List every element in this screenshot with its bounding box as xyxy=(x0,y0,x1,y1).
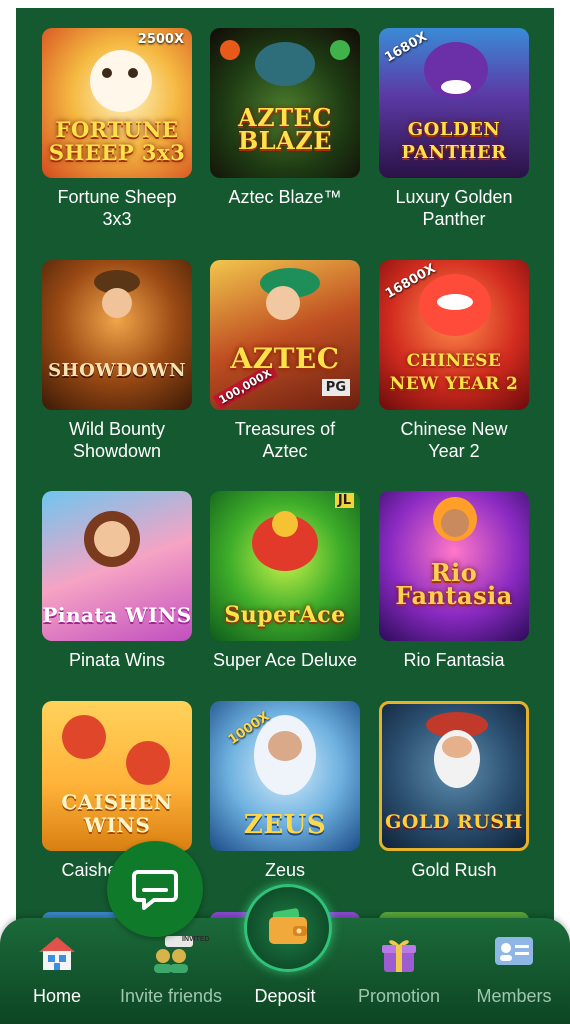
thumbnail-title: CHINESE NEW YEAR 2 xyxy=(389,351,519,394)
deposit-button[interactable] xyxy=(244,884,332,972)
game-name: Treasures of Aztec xyxy=(234,419,336,461)
game-name: Fortune Sheep 3x3 xyxy=(57,187,177,229)
game-name: Chinese New Year 2 xyxy=(400,419,508,461)
game-card-wild-bounty-showdown[interactable]: SHOWDOWN Wild Bounty Showdown xyxy=(42,260,192,462)
nav-promotion[interactable]: Promotion xyxy=(348,918,450,1024)
thumbnail-title: SuperAce xyxy=(224,602,346,628)
game-card-super-ace-deluxe[interactable]: JL SuperAce Super Ace Deluxe xyxy=(210,491,360,671)
thumbnail-title: GOLD RUSH xyxy=(385,811,523,833)
game-name: Gold Rush xyxy=(411,860,497,880)
id-card-icon xyxy=(493,934,535,973)
game-thumbnail: AZTEC BLAZE xyxy=(210,28,360,178)
game-card-pinata-wins[interactable]: Pinata WINS Pinata Wins xyxy=(42,491,192,671)
nav-home[interactable]: Home xyxy=(14,918,100,1024)
house-icon xyxy=(37,934,77,977)
game-thumbnail: SHOWDOWN xyxy=(42,260,192,410)
game-name: Super Ace Deluxe xyxy=(212,650,358,670)
game-thumbnail: 100,000X AZTEC PG xyxy=(210,260,360,410)
game-card-zeus[interactable]: 1000X ZEUS Zeus xyxy=(210,701,360,881)
thumbnail-title: AZTEC xyxy=(230,342,340,375)
nav-members-label: Members xyxy=(476,986,552,1006)
game-thumbnail: CAISHEN WINS xyxy=(42,701,192,851)
thumbnail-title: Pinata WINS xyxy=(42,603,192,627)
game-thumbnail: Rio Fantasia xyxy=(379,491,529,641)
thumbnail-title: Rio Fantasia xyxy=(395,558,513,610)
game-thumbnail: 1680X GOLDEN PANTHER xyxy=(379,28,529,178)
thumbnail-title: SHOWDOWN xyxy=(48,360,186,381)
game-card-fortune-sheep[interactable]: 2500X FORTUNE SHEEP 3x3 Fortune Sheep 3x… xyxy=(42,28,192,230)
game-thumbnail: 16800X CHINESE NEW YEAR 2 xyxy=(379,260,529,410)
nav-promotion-label: Promotion xyxy=(357,986,441,1006)
game-name: Luxury Golden Panther xyxy=(395,187,513,229)
game-name: Pinata Wins xyxy=(68,650,166,670)
game-card-aztec-blaze[interactable]: AZTEC BLAZE Aztec Blaze™ xyxy=(210,28,360,208)
thumbnail-title: GOLDEN PANTHER xyxy=(401,119,507,163)
game-name: Aztec Blaze™ xyxy=(228,187,342,207)
thumbnail-title: FORTUNE SHEEP 3x3 xyxy=(48,117,186,165)
game-thumbnail: 1000X ZEUS xyxy=(210,701,360,851)
game-card-treasures-of-aztec[interactable]: 100,000X AZTEC PG Treasures of Aztec xyxy=(210,260,360,462)
game-thumbnail: 2500X FORTUNE SHEEP 3x3 xyxy=(42,28,192,178)
game-card-gold-rush[interactable]: GOLD RUSH Gold Rush xyxy=(379,701,529,881)
thumbnail-title: AZTEC BLAZE xyxy=(237,103,333,155)
game-card-chinese-new-year-2[interactable]: 16800X CHINESE NEW YEAR 2 Chinese New Ye… xyxy=(379,260,529,462)
thumbnail-title: ZEUS xyxy=(243,810,327,840)
provider-badge: JL xyxy=(334,493,354,508)
nav-home-label: Home xyxy=(32,986,81,1006)
thumbnail-title: CAISHEN WINS xyxy=(61,790,173,837)
chat-bubble-icon xyxy=(132,866,178,917)
game-name: Wild Bounty Showdown xyxy=(68,419,166,461)
game-thumbnail: Pinata WINS xyxy=(42,491,192,641)
game-name: Zeus xyxy=(264,860,306,880)
multiplier-badge: 1680X xyxy=(382,29,430,66)
nav-members[interactable]: Members xyxy=(466,918,562,1024)
game-name: Rio Fantasia xyxy=(403,650,505,670)
pg-logo: PG xyxy=(321,379,350,396)
game-card-rio-fantasia[interactable]: Rio Fantasia Rio Fantasia xyxy=(379,491,529,671)
nav-invite-label: Invite friends xyxy=(119,986,223,1006)
nav-deposit-label: Deposit xyxy=(254,986,316,1006)
invited-badge: INVITED xyxy=(182,936,210,943)
game-thumbnail: JL SuperAce xyxy=(210,491,360,641)
wallet-icon xyxy=(267,908,309,951)
chat-button[interactable] xyxy=(107,841,203,937)
game-thumbnail: GOLD RUSH xyxy=(379,701,529,851)
multiplier-badge: 2500X xyxy=(137,32,184,47)
game-card-luxury-golden-panther[interactable]: 1680X GOLDEN PANTHER Luxury Golden Panth… xyxy=(379,28,529,230)
gift-icon xyxy=(379,934,419,979)
